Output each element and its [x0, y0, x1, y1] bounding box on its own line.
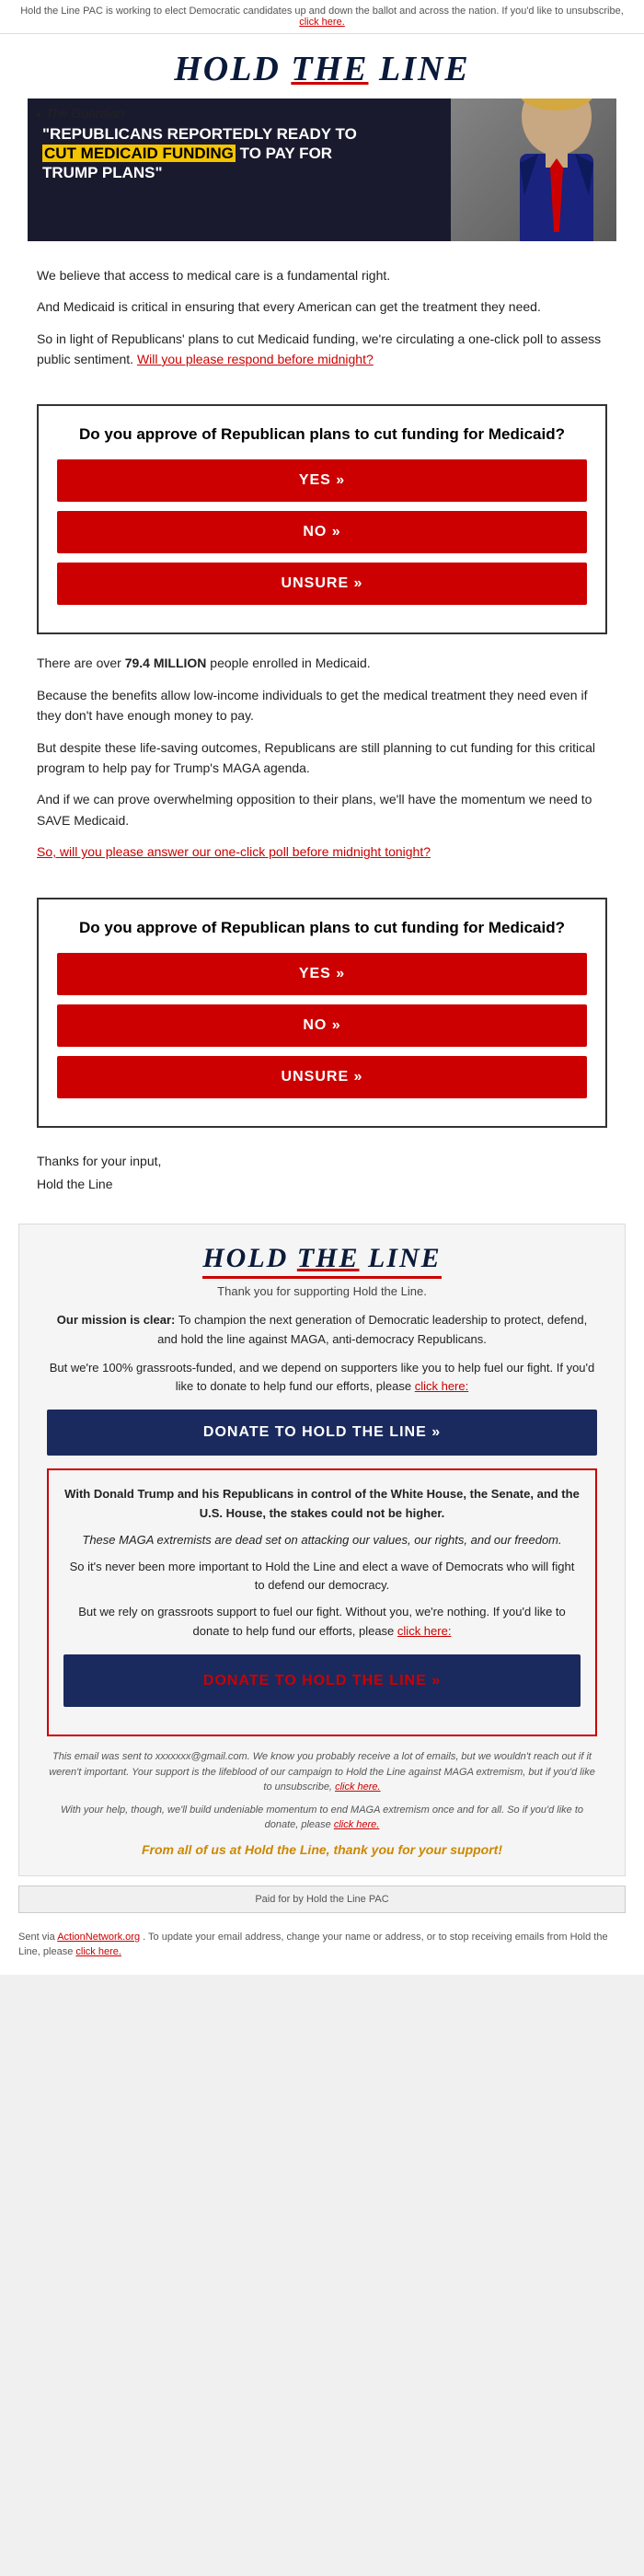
- gold-thank-you: From all of us at Hold the Line, thank y…: [47, 1842, 597, 1857]
- poll1-no-button[interactable]: NO »: [57, 511, 587, 553]
- middle-p1: There are over 79.4 MILLION people enrol…: [37, 653, 607, 673]
- hero-image: ✦ The Guardian "REPUBLICANS REPORTEDLY R…: [28, 99, 616, 241]
- footer-tagline: Thank you for supporting Hold the Line.: [47, 1284, 597, 1298]
- sign-off: Thanks for your input, Hold the Line: [0, 1143, 644, 1214]
- update-email-link[interactable]: click here.: [75, 1946, 121, 1957]
- disclaimer-unsubscribe-link[interactable]: click here.: [335, 1781, 381, 1793]
- top-bar-unsubscribe-link[interactable]: click here.: [299, 17, 345, 28]
- middle-p2: Because the benefits allow low-income in…: [37, 685, 607, 726]
- poll-question-2: Do you approve of Republican plans to cu…: [57, 918, 587, 938]
- red-border-box: With Donald Trump and his Republicans in…: [47, 1468, 597, 1736]
- footer-disclaimer-2: With your help, though, we'll build unde…: [47, 1803, 597, 1833]
- poll1-unsure-button[interactable]: UNSURE »: [57, 563, 587, 605]
- trump-silhouette: [451, 99, 616, 241]
- red-box-p4: But we rely on grassroots support to fue…: [63, 1603, 581, 1642]
- guardian-label: ✦ The Guardian: [35, 106, 381, 121]
- grassroots-link-1[interactable]: click here:: [415, 1379, 469, 1393]
- hero-headline-text: "REPUBLICANS REPORTEDLY READY TO CUT MED…: [42, 125, 357, 182]
- signoff-line2: Hold the Line: [37, 1173, 607, 1196]
- paid-for-bar: Paid for by Hold the Line PAC: [18, 1886, 626, 1913]
- footer-disclaimer-1: This email was sent to xxxxxxx@gmail.com…: [47, 1749, 597, 1795]
- red-box-p2: These MAGA extremists are dead set on at…: [63, 1531, 581, 1550]
- footer-box: HOLD THE LINE Thank you for supporting H…: [18, 1224, 626, 1876]
- poll2-yes-button[interactable]: YES »: [57, 953, 587, 995]
- poll-link-2[interactable]: So, will you please answer our one-click…: [37, 844, 431, 859]
- hero-headline: "REPUBLICANS REPORTEDLY READY TO CUT MED…: [35, 121, 381, 192]
- top-bar-text: Hold the Line PAC is working to elect De…: [20, 6, 624, 17]
- donate-button-2[interactable]: DONATE TO HOLD THE LINE »: [63, 1654, 581, 1708]
- hero-content-left: ✦ The Guardian "REPUBLICANS REPORTEDLY R…: [28, 99, 381, 200]
- poll-question-1: Do you approve of Republican plans to cu…: [57, 424, 587, 445]
- hero-photo: [357, 99, 616, 241]
- footer-grassroots: But we're 100% grassroots-funded, and we…: [47, 1359, 597, 1398]
- body-section-1: We believe that access to medical care i…: [0, 256, 644, 390]
- middle-section: There are over 79.4 MILLION people enrol…: [0, 649, 644, 882]
- medicaid-number: 79.4 MILLION: [125, 656, 207, 670]
- mission-bold: Our mission is clear:: [57, 1313, 176, 1327]
- poll2-unsure-button[interactable]: UNSURE »: [57, 1056, 587, 1098]
- red-box-click-here[interactable]: click here:: [397, 1624, 452, 1638]
- middle-p4: And if we can prove overwhelming opposit…: [37, 789, 607, 830]
- respond-link-1[interactable]: Will you please respond before midnight?: [137, 352, 374, 366]
- email-wrapper: Hold the Line PAC is working to elect De…: [0, 0, 644, 1975]
- action-network-link[interactable]: ActionNetwork.org: [57, 1932, 140, 1943]
- body-p2: And Medicaid is critical in ensuring tha…: [37, 296, 607, 317]
- hero-highlight: CUT MEDICAID FUNDING: [42, 145, 236, 162]
- poll-box-1: Do you approve of Republican plans to cu…: [37, 404, 607, 634]
- red-box-p1: With Donald Trump and his Republicans in…: [63, 1485, 581, 1524]
- donate-button-1[interactable]: DONATE TO HOLD THE LINE »: [47, 1410, 597, 1456]
- paid-for-text: Paid for by Hold the Line PAC: [255, 1894, 388, 1905]
- main-logo: HOLD THE LINE: [18, 51, 626, 89]
- red-box-p3: So it's never been more important to Hol…: [63, 1558, 581, 1596]
- poll-box-2: Do you approve of Republican plans to cu…: [37, 898, 607, 1128]
- signoff-line1: Thanks for your input,: [37, 1150, 607, 1173]
- middle-p3: But despite these life-saving outcomes, …: [37, 737, 607, 779]
- poll2-no-button[interactable]: NO »: [57, 1004, 587, 1047]
- very-bottom: Sent via ActionNetwork.org . To update y…: [0, 1922, 644, 1975]
- body-p3: So in light of Republicans' plans to cut…: [37, 329, 607, 370]
- top-bar: Hold the Line PAC is working to elect De…: [0, 0, 644, 34]
- header-section: HOLD THE LINE: [0, 34, 644, 99]
- middle-link: So, will you please answer our one-click…: [37, 841, 607, 862]
- footer-logo: HOLD THE LINE: [202, 1243, 441, 1279]
- body-p1: We believe that access to medical care i…: [37, 265, 607, 285]
- mission-text: To champion the next generation of Democ…: [157, 1313, 587, 1346]
- footer-mission: Our mission is clear: To champion the ne…: [47, 1311, 597, 1350]
- disclaimer-donate-link[interactable]: click here.: [334, 1819, 380, 1830]
- poll1-yes-button[interactable]: YES »: [57, 459, 587, 502]
